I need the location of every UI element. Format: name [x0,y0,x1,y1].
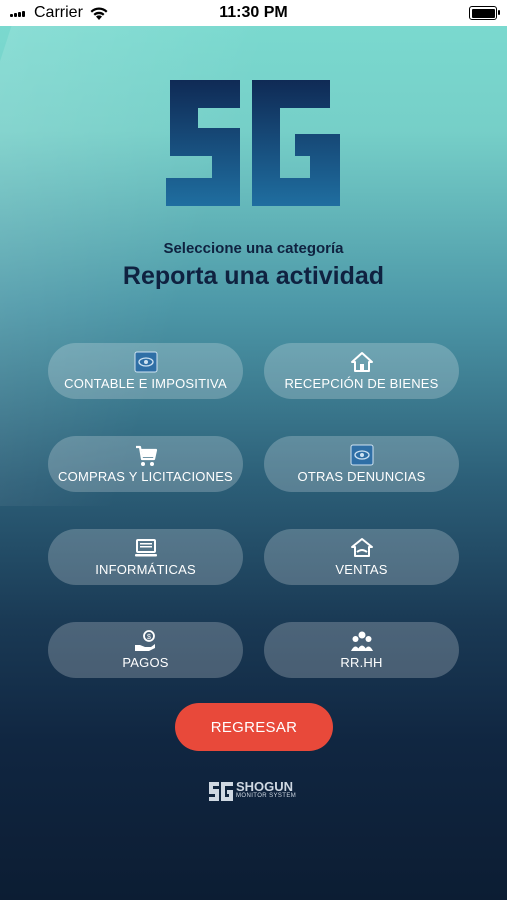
tablet-eye-icon [350,444,373,466]
subtitle: Seleccione una categoría [163,240,344,257]
footer-brand: SHOGUN [236,779,294,794]
page-title: Reporta una actividad [122,262,385,290]
category-label: COMPRAS Y LICITACIONES [58,469,233,484]
category-ventas-button[interactable]: VENTAS [264,529,459,585]
sg-logo [166,80,340,206]
back-button[interactable]: REGRESAR [175,703,333,751]
category-label: RR.HH [340,655,383,670]
category-label: OTRAS DENUNCIAS [297,469,426,484]
main-screen: Seleccione una categoría Reporta una act… [0,26,507,900]
category-recepcion-button[interactable]: RECEPCIÓN DE BIENES [264,343,459,399]
category-label: PAGOS [122,655,169,670]
house-hand-icon [350,538,373,557]
tablet-eye-icon [134,351,157,373]
category-otras-denuncias-button[interactable]: OTRAS DENUNCIAS [264,436,459,492]
footer-logo: SHOGUN MONITOR SYSTEM [208,778,303,806]
category-label: CONTABLE E IMPOSITIVA [64,376,227,391]
clock: 11:30 PM [219,4,288,21]
battery-icon [469,6,500,20]
category-informaticas-button[interactable]: INFORMÁTICAS [48,529,243,585]
cart-icon [135,445,157,466]
svg-text:$: $ [147,634,151,641]
category-pagos-button[interactable]: $ PAGOS [48,622,243,678]
status-bar: Carrier 11:30 PM [0,0,507,26]
category-compras-button[interactable]: COMPRAS Y LICITACIONES [48,436,243,492]
category-rrhh-button[interactable]: RR.HH [264,622,459,678]
laptop-icon [134,539,157,557]
category-contable-button[interactable]: CONTABLE E IMPOSITIVA [48,343,243,399]
footer-tagline: MONITOR SYSTEM [236,793,297,799]
category-label: RECEPCIÓN DE BIENES [284,376,439,391]
category-label: INFORMÁTICAS [95,562,196,577]
money-hand-icon: $ [134,630,155,651]
category-label: VENTAS [335,562,388,577]
people-icon [350,631,373,651]
sg-footer-icon [209,782,233,801]
home-icon [350,352,373,372]
